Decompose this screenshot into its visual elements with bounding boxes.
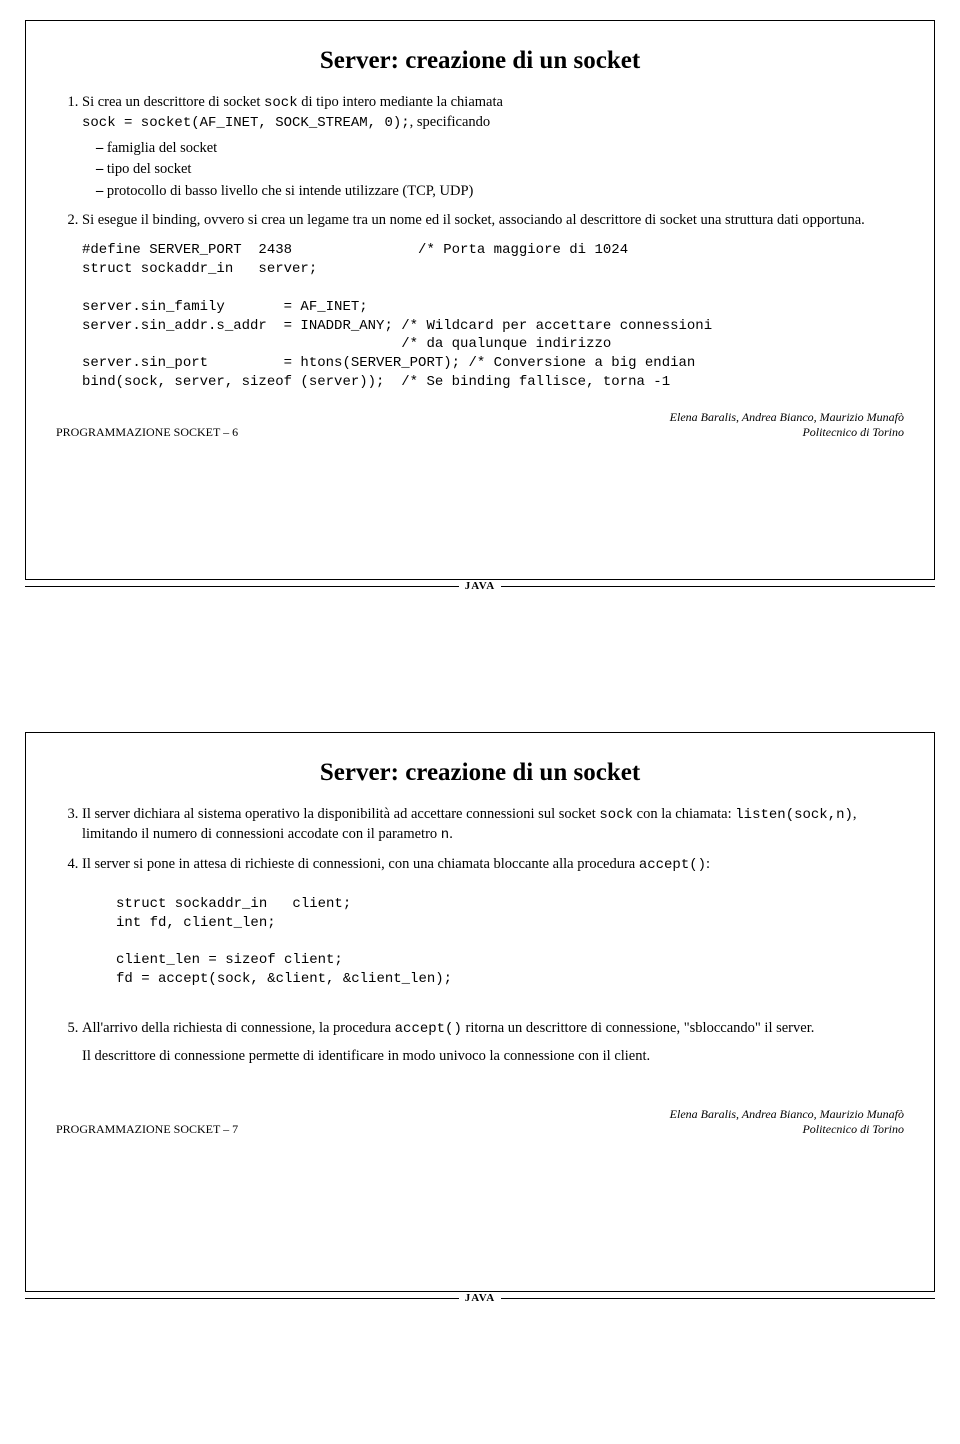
text: :	[706, 856, 710, 872]
text: Il descrittore di connessione permette d…	[82, 1048, 650, 1064]
slide-1-sublist: famiglia del socket tipo del socket prot…	[82, 139, 904, 202]
footer-authors: Elena Baralis, Andrea Bianco, Maurizio M…	[670, 1107, 904, 1122]
text: di tipo intero mediante la chiamata	[298, 94, 503, 110]
footer-institution: Politecnico di Torino	[670, 1122, 904, 1137]
text: Il server dichiara al sistema operativo …	[82, 806, 599, 822]
inline-code-line: sock = socket(AF_INET, SOCK_STREAM, 0);	[82, 115, 410, 131]
footer-right: Elena Baralis, Andrea Bianco, Maurizio M…	[670, 410, 904, 440]
text: , specificando	[410, 114, 491, 130]
divider	[25, 1298, 459, 1299]
inline-code: n	[441, 827, 449, 843]
slide-2-footer: PROGRAMMAZIONE SOCKET – 7 Elena Baralis,…	[56, 1107, 904, 1143]
slide-2-title: Server: creazione di un socket	[56, 759, 904, 787]
inline-code: listen(sock,n)	[735, 807, 853, 823]
divider	[25, 586, 459, 587]
slide-2-item-4: Il server si pone in attesa di richieste…	[82, 855, 904, 875]
slide-2-item-3: Il server dichiara al sistema operativo …	[82, 805, 904, 845]
inline-code: accept()	[395, 1021, 462, 1037]
sublist-item: famiglia del socket	[96, 139, 904, 159]
text: Si esegue il binding, ovvero si crea un …	[82, 212, 865, 228]
slide-1-frame: Server: creazione di un socket Si crea u…	[25, 20, 935, 580]
slide-1-list: Si crea un descrittore di socket sock di…	[56, 93, 904, 231]
text: Il server si pone in attesa di richieste…	[82, 856, 639, 872]
slide-1-title: Server: creazione di un socket	[56, 47, 904, 75]
footer-authors: Elena Baralis, Andrea Bianco, Maurizio M…	[670, 410, 904, 425]
text: ritorna un descrittore di connessione, "…	[462, 1020, 815, 1036]
tag-label: JAVA	[459, 1292, 502, 1304]
slide-2-body: Il server dichiara al sistema operativo …	[56, 805, 904, 1067]
divider	[501, 586, 935, 587]
slide-2-list: Il server dichiara al sistema operativo …	[56, 805, 904, 875]
footer-institution: Politecnico di Torino	[670, 425, 904, 440]
slide-1-code-block: #define SERVER_PORT 2438 /* Porta maggio…	[82, 241, 904, 392]
slide-1-item-1: Si crea un descrittore di socket sock di…	[82, 93, 904, 201]
footer-left: PROGRAMMAZIONE SOCKET – 6	[56, 425, 238, 440]
sublist-item: tipo del socket	[96, 160, 904, 180]
slide-1-item-2: Si esegue il binding, ovvero si crea un …	[82, 211, 904, 231]
footer-left: PROGRAMMAZIONE SOCKET – 7	[56, 1122, 238, 1137]
sublist-item: protocollo di basso livello che si inten…	[96, 182, 904, 202]
footer-right: Elena Baralis, Andrea Bianco, Maurizio M…	[670, 1107, 904, 1137]
slide-2-item-5: All'arrivo della richiesta di connession…	[82, 1019, 904, 1066]
inline-code: accept()	[639, 857, 706, 873]
text: All'arrivo della richiesta di connession…	[82, 1020, 395, 1036]
tag-label: JAVA	[459, 580, 502, 592]
slide-2-frame: Server: creazione di un socket Il server…	[25, 732, 935, 1292]
text: con la chiamata:	[633, 806, 735, 822]
spacer	[0, 592, 960, 712]
inline-code: sock	[599, 807, 633, 823]
inline-code: sock	[264, 95, 298, 111]
slide-2-code-block: struct sockaddr_in client; int fd, clien…	[116, 895, 904, 989]
slide-1-tag-line: JAVA	[25, 580, 935, 592]
page: Server: creazione di un socket Si crea u…	[0, 20, 960, 1304]
divider	[501, 1298, 935, 1299]
slide-2-tag-line: JAVA	[25, 1292, 935, 1304]
slide-1-footer: PROGRAMMAZIONE SOCKET – 6 Elena Baralis,…	[56, 410, 904, 446]
slide-2-list-cont: All'arrivo della richiesta di connession…	[56, 1019, 904, 1066]
text: .	[449, 826, 453, 842]
text: Si crea un descrittore di socket	[82, 94, 264, 110]
slide-1-body: Si crea un descrittore di socket sock di…	[56, 93, 904, 392]
